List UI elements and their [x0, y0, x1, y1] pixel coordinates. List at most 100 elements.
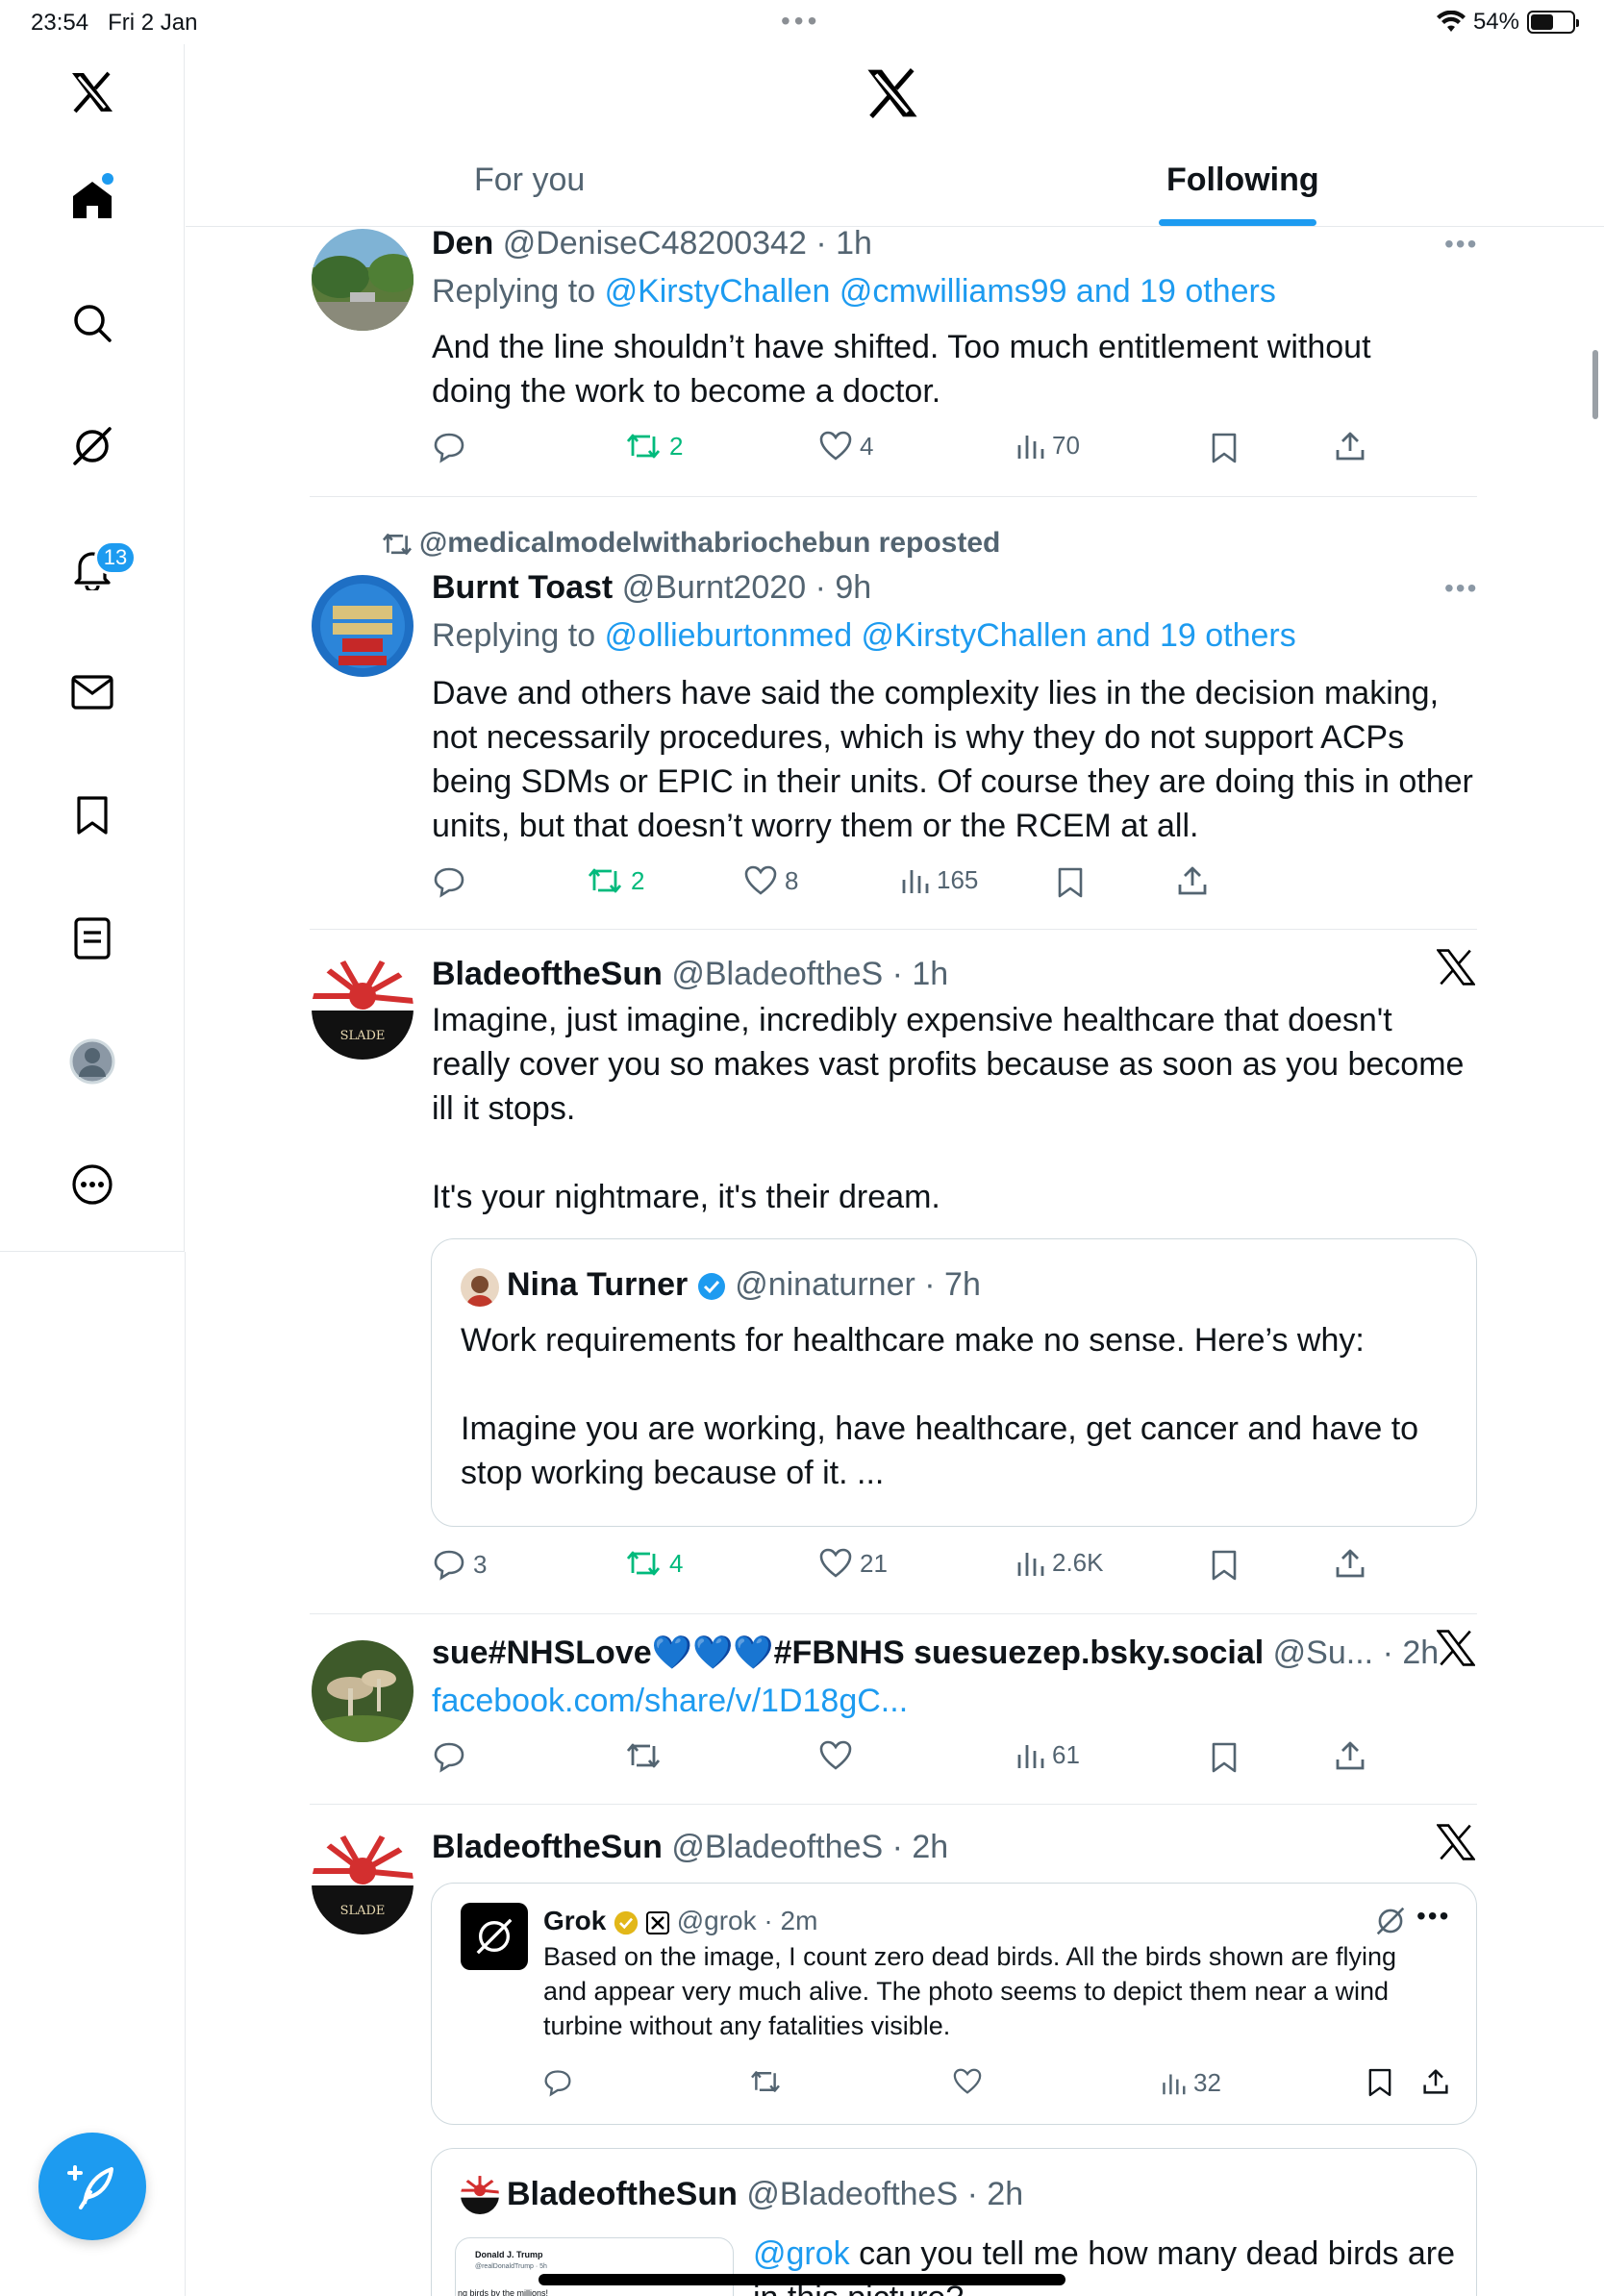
view-count: 61	[1052, 1740, 1080, 1769]
post-time[interactable]: 1h	[912, 956, 948, 992]
bookmark-button[interactable]	[1212, 433, 1237, 463]
grok-share-button[interactable]	[1422, 2068, 1449, 2095]
tab-following[interactable]: Following	[1166, 162, 1319, 199]
share-icon	[1178, 866, 1207, 895]
quote-avatar[interactable]	[461, 1268, 499, 1307]
repost-button[interactable]: 2	[625, 431, 683, 462]
inner-quote-name[interactable]: BladeoftheSun	[507, 2176, 738, 2212]
avatar[interactable]	[312, 229, 414, 331]
analytics-bars-icon	[1017, 435, 1044, 459]
post-time[interactable]: 9h	[835, 569, 871, 606]
bookmarks-icon[interactable]	[54, 777, 131, 854]
grok-icon[interactable]	[54, 408, 131, 485]
bookmark-button[interactable]	[1212, 1742, 1237, 1773]
share-icon	[1423, 2069, 1448, 2094]
profile-avatar-icon[interactable]	[54, 1023, 131, 1100]
home-icon[interactable]	[54, 162, 131, 238]
grok-repost-button[interactable]	[749, 2068, 782, 2095]
quote-author-handle[interactable]: @ninaturner	[735, 1266, 915, 1303]
tab-for-you[interactable]: For you	[474, 162, 585, 199]
avatar[interactable]: SLADE	[312, 1833, 414, 1934]
author-name[interactable]: BladeoftheSun	[432, 956, 663, 992]
repost-button[interactable]: 4	[625, 1548, 683, 1579]
header-x-logo[interactable]	[865, 67, 923, 125]
repost-button[interactable]: 2	[587, 865, 644, 896]
bookmark-button[interactable]	[1212, 1550, 1237, 1581]
x-logo-icon[interactable]	[54, 54, 131, 131]
repost-icon	[626, 1743, 661, 1768]
reposted-by[interactable]: @medicalmodelwithabriochebun reposted	[419, 527, 1000, 559]
scrollbar[interactable]	[1592, 350, 1598, 419]
post-time[interactable]: 1h	[836, 225, 872, 262]
reply-button[interactable]	[433, 865, 465, 898]
author-name[interactable]: Den	[432, 225, 493, 262]
views-button[interactable]: 61	[1015, 1740, 1080, 1770]
author-handle[interactable]: @Burnt2020	[622, 569, 806, 606]
search-icon[interactable]	[54, 285, 131, 362]
grok-name[interactable]: Grok	[543, 1906, 606, 1935]
grok-more-button[interactable]: •••	[1416, 1901, 1450, 1932]
avatar[interactable]: SLADE	[312, 958, 414, 1060]
gold-verified-badge-icon	[614, 1910, 639, 1934]
grok-views-button[interactable]: 32	[1161, 2068, 1221, 2098]
post-time[interactable]: 2h	[912, 1829, 948, 1865]
like-button[interactable]: 8	[744, 865, 798, 896]
avatar[interactable]	[312, 575, 414, 677]
author-handle[interactable]: @BladeoftheS	[671, 1829, 883, 1865]
post-link[interactable]: facebook.com/share/v/1D18gC...	[432, 1679, 908, 1723]
reply-button[interactable]	[433, 431, 465, 463]
inner-quote-thumbnail[interactable]: Donald J. Trump @realDonaldTrump · 5h ng…	[455, 2237, 734, 2296]
avatar[interactable]	[312, 1640, 414, 1742]
messages-envelope-icon[interactable]	[54, 654, 131, 731]
share-button[interactable]	[1335, 1740, 1366, 1771]
reply-mentions[interactable]: @ollieburtonmed @KirstyChallen and 19 ot…	[605, 617, 1296, 654]
lists-icon[interactable]	[54, 900, 131, 977]
like-button[interactable]: 21	[819, 1548, 888, 1579]
views-button[interactable]: 165	[900, 865, 978, 895]
post-more-button[interactable]: •••	[1444, 229, 1478, 260]
post-divider	[310, 929, 1477, 930]
post-more-button[interactable]: •••	[1444, 573, 1478, 604]
grok-avatar[interactable]	[461, 1903, 528, 1970]
author-handle[interactable]: @DeniseC48200342	[503, 225, 807, 262]
grok-bookmark-button[interactable]	[1368, 2068, 1391, 2097]
thumb-handle: @realDonaldTrump · 5h	[475, 2263, 547, 2270]
inner-quote-handle[interactable]: @BladeoftheS	[746, 2176, 958, 2212]
reply-icon	[544, 2070, 571, 2097]
views-button[interactable]: 70	[1015, 431, 1080, 461]
notifications-badge: 13	[94, 540, 137, 575]
share-icon	[1336, 432, 1365, 461]
post-time[interactable]: 2h	[1402, 1635, 1439, 1671]
grok-like-button[interactable]	[953, 2068, 982, 2095]
quote-author-name[interactable]: Nina Turner	[507, 1266, 688, 1303]
author-name[interactable]: BladeoftheSun	[432, 1829, 663, 1865]
repost-button[interactable]	[625, 1740, 662, 1771]
multitask-dots[interactable]: •••	[781, 6, 820, 37]
author-name[interactable]: sue#NHSLove💙💙💙#FBNHS suesuezep.bsky.soci…	[432, 1635, 1264, 1671]
inner-quote-avatar[interactable]	[461, 2176, 499, 2214]
share-button[interactable]	[1335, 431, 1366, 462]
bookmark-button[interactable]	[1058, 867, 1083, 898]
grok-icon[interactable]	[1374, 1905, 1407, 1937]
reply-mentions[interactable]: @KirstyChallen @cmwilliams99 and 19 othe…	[605, 273, 1276, 310]
reply-button[interactable]	[433, 1740, 465, 1773]
author-handle[interactable]: @BladeoftheS	[671, 956, 883, 992]
like-button[interactable]: 4	[819, 431, 873, 462]
quoted-post-card[interactable]: Nina Turner @ninaturner · 7h Work requir…	[431, 1238, 1477, 1527]
repost-label: @medicalmodelwithabriochebun reposted	[381, 521, 1000, 565]
more-options-icon[interactable]	[54, 1146, 131, 1223]
share-button[interactable]	[1177, 865, 1208, 896]
like-button[interactable]	[819, 1740, 852, 1771]
compose-post-button[interactable]	[38, 2133, 146, 2240]
mention-link[interactable]: @grok	[753, 2235, 850, 2272]
grok-reply-card[interactable]: Grok @grok · 2m ••• Based on the image, …	[431, 1883, 1477, 2125]
views-button[interactable]: 2.6K	[1015, 1548, 1104, 1578]
share-icon	[1336, 1741, 1365, 1770]
author-name[interactable]: Burnt Toast	[432, 569, 613, 606]
home-indicator[interactable]	[539, 2274, 1065, 2285]
grok-reply-button[interactable]	[543, 2068, 572, 2097]
author-handle[interactable]: @Su...	[1273, 1635, 1373, 1671]
share-button[interactable]	[1335, 1548, 1366, 1579]
grok-handle[interactable]: @grok	[677, 1906, 757, 1935]
reply-button[interactable]: 3	[433, 1548, 487, 1581]
